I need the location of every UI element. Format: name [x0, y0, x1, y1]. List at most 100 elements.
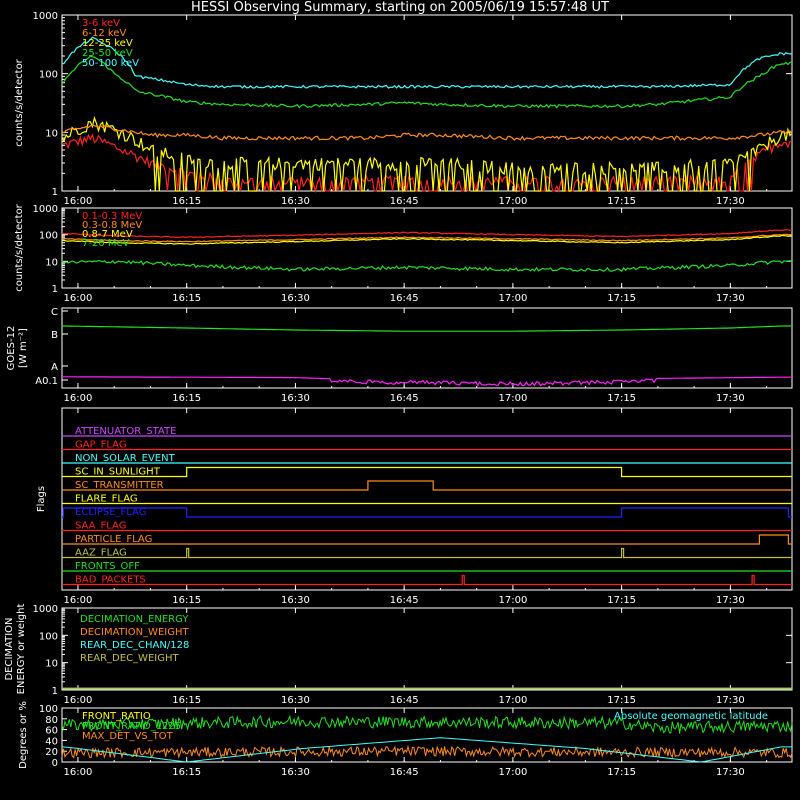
dec-xtick-label: 16:15 [172, 695, 201, 706]
ratio-ytick-label: 60 [45, 726, 58, 737]
ratio-ylabel: Degrees or % [18, 701, 29, 769]
low-xtick-label: 17:00 [498, 196, 527, 207]
low-ytick-label: 10 [45, 128, 58, 139]
high-series-7-20-MeV [61, 259, 793, 273]
ratio-xtick-label: 16:15 [172, 767, 201, 778]
dec-legend-entry: REAR_DEC_CHAN/128 [80, 640, 189, 651]
low-legend-entry: 50-100 keV [82, 58, 139, 69]
high-xtick-label: 16:30 [281, 293, 310, 304]
flag-line [62, 466, 792, 478]
ratio-annotation: Absolute geomagnetic latitude [614, 711, 768, 722]
low-series-25-50-keV [61, 55, 793, 109]
flags-xtick-label: 17:15 [607, 595, 636, 606]
high-legend-entry: 7-20 MeV [82, 238, 130, 249]
high-ytick-label: 10 [45, 257, 58, 268]
flag-line [62, 574, 792, 586]
high-ytick-label: 1000 [33, 204, 58, 215]
flags-xtick-label: 16:30 [281, 595, 310, 606]
panel-ratio: 16:00 16:15 16:30 16:45 17:00 17:15 17:30 02040… [18, 701, 793, 778]
flag-label: SC_TRANSMITTER [75, 480, 164, 491]
ratio-series-max-det-vs-tot [61, 744, 793, 759]
goes-ytick-label: B [51, 330, 58, 341]
goes-ytick-label: A0.1 [35, 376, 58, 387]
ratio-ytick-label: 80 [45, 715, 58, 726]
flags-ylabel: Flags [36, 486, 47, 512]
flag-label: BAD_PACKETS [75, 575, 146, 586]
high-xtick-label: 16:00 [64, 293, 93, 304]
flag-label: PARTICLE_FLAG [75, 534, 152, 545]
dec-legend-entry: DECIMATION_WEIGHT [80, 627, 189, 638]
flag-label: NON_SOLAR_EVENT [75, 453, 176, 464]
high-axes-frame [61, 207, 793, 289]
flag-line [62, 534, 792, 545]
dec-xtick-label: 17:00 [498, 695, 527, 706]
low-ylabel: counts/s/detector [14, 58, 25, 146]
panel-low-energy: 16:00 16:15 16:30 16:45 17:00 17:15 17:30 1 10 10… [14, 11, 793, 207]
flags-xtick-label: 16:45 [390, 595, 419, 606]
ratio-xtick-label: 17:30 [716, 767, 745, 778]
high-xtick-label: 17:00 [498, 293, 527, 304]
flag-label: FLARE_FLAG [75, 494, 138, 505]
dec-xtick-label: 17:30 [716, 695, 745, 706]
flag-label: AAZ_FLAG [75, 548, 127, 559]
dec-ytick-label: 100 [39, 631, 58, 642]
flag-line [62, 507, 792, 518]
goes-ytick-label: A [51, 362, 58, 373]
low-xtick-label: 16:00 [64, 196, 93, 207]
flag-line [62, 547, 792, 559]
goes-xtick-label: 16:30 [281, 393, 310, 404]
dec-xtick-label: 16:00 [64, 695, 93, 706]
goes-ytick-label: C [51, 307, 58, 318]
ratio-xtick-label: 17:15 [607, 767, 636, 778]
ratio-xtick-label: 16:30 [281, 767, 310, 778]
ratio-ytick-label: 0 [52, 758, 58, 769]
low-series-6-12-keV [61, 124, 793, 142]
goes-xtick-label: 16:45 [390, 393, 419, 404]
dec-ytick-label: 1 [52, 686, 58, 697]
ratio-xtick-label: 16:00 [64, 767, 93, 778]
ratio-xtick-label: 17:00 [498, 767, 527, 778]
goes-xtick-label: 17:30 [716, 393, 745, 404]
dec-xtick-label: 16:30 [281, 695, 310, 706]
low-xtick-label: 16:45 [390, 196, 419, 207]
panel-goes: 16:00 16:15 16:30 16:45 17:00 17:15 17:30 A0.1 A… [6, 307, 793, 404]
flags-xtick-label: 17:00 [498, 595, 527, 606]
dec-ylabel: ENERGY or weight [16, 604, 27, 695]
low-xtick-label: 16:15 [172, 196, 201, 207]
flag-label: SAA_FLAG [75, 521, 126, 532]
high-xtick-label: 16:45 [390, 293, 419, 304]
goes-xtick-label: 17:15 [607, 393, 636, 404]
low-series-50-100-keV [61, 36, 793, 89]
ratio-legend-entry: MAX_DET_VS_TOT [82, 731, 174, 742]
goes-series-0 [62, 325, 792, 332]
high-ytick-label: 100 [39, 231, 58, 242]
goes-xtick-label: 17:00 [498, 393, 527, 404]
high-xtick-label: 16:15 [172, 293, 201, 304]
low-ytick-label: 1000 [33, 11, 58, 22]
dec-xtick-label: 16:45 [390, 695, 419, 706]
low-ytick-label: 1 [52, 187, 58, 198]
goes-ylabel: [W m⁻²] [18, 328, 29, 368]
flag-label: FRONTS_OFF [75, 561, 140, 572]
high-ylabel: counts/s/detector [14, 203, 25, 291]
ratio-ytick-label: 20 [45, 747, 58, 758]
goes-ylabel: GOES-12 [6, 326, 17, 371]
high-ytick-label: 1 [52, 284, 58, 295]
dec-ytick-label: 1000 [33, 604, 58, 615]
summary-plot: 16:00 16:15 16:30 16:45 17:00 17:15 17:3011010… [4, 11, 793, 778]
low-xtick-label: 17:15 [607, 196, 636, 207]
flags-xtick-label: 16:15 [172, 595, 201, 606]
flag-label: ECLIPSE_FLAG [75, 507, 146, 518]
goes-xtick-label: 16:15 [172, 393, 201, 404]
dec-legend-entry: DECIMATION_ENERGY [80, 614, 189, 625]
flag-label: SC_IN_SUNLIGHT [75, 467, 161, 478]
low-xtick-label: 16:30 [281, 196, 310, 207]
ratio-ytick-label: 100 [39, 704, 58, 715]
flag-line [62, 480, 792, 491]
high-xtick-label: 17:15 [607, 293, 636, 304]
low-xtick-label: 17:30 [716, 196, 745, 207]
goes-axes-frame [61, 307, 793, 389]
panel-high-energy: 16:00 16:15 16:30 16:45 17:00 17:15 17:30 1 10 10… [14, 203, 793, 304]
flags-xtick-label: 17:30 [716, 595, 745, 606]
high-xtick-label: 17:30 [716, 293, 745, 304]
